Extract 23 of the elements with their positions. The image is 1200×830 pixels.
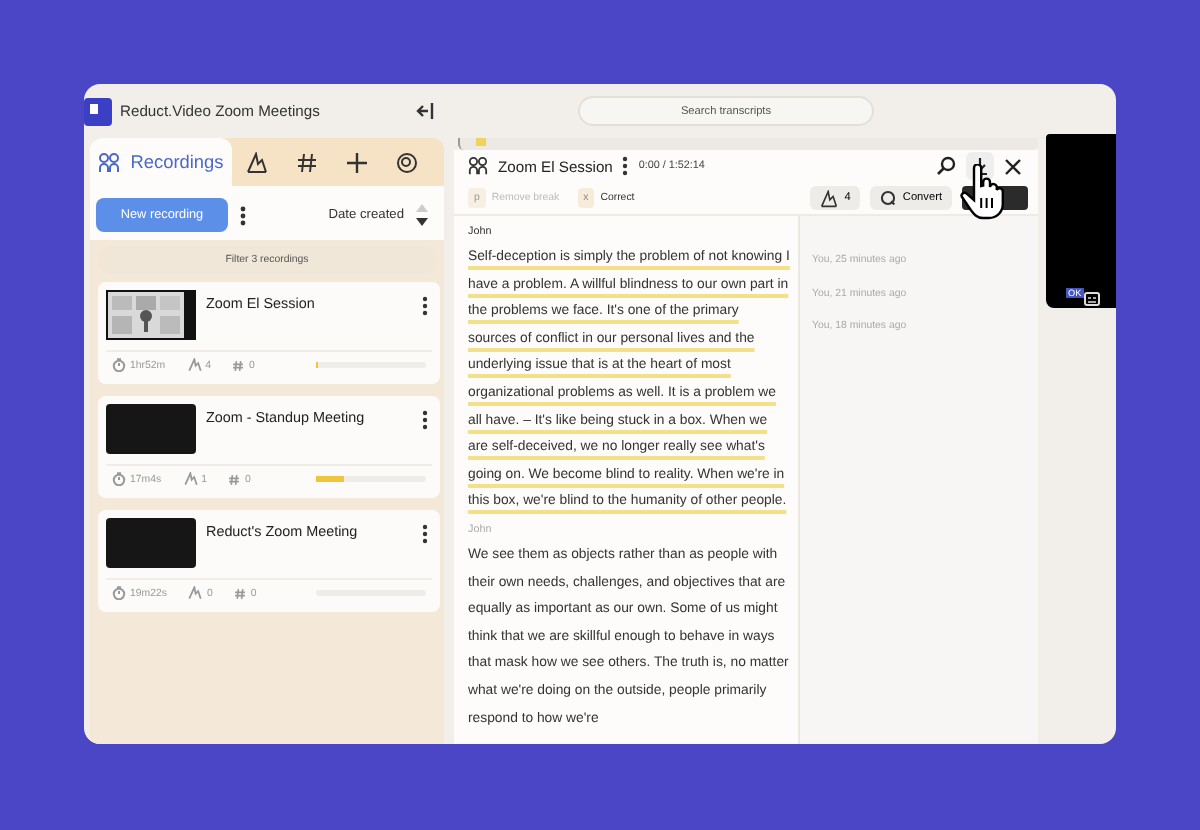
hash-icon xyxy=(232,359,245,371)
recordings-tab[interactable]: Recordings xyxy=(90,138,232,186)
more-icon[interactable] xyxy=(622,156,629,176)
captions-icon[interactable] xyxy=(1084,292,1100,306)
sort-icon[interactable] xyxy=(416,204,428,226)
collapse-sidebar-icon[interactable] xyxy=(416,102,436,120)
video-thumbnail xyxy=(106,518,196,568)
hash-icon xyxy=(234,587,247,599)
people-icon xyxy=(468,156,488,176)
more-icon[interactable] xyxy=(422,524,428,544)
stopwatch-icon xyxy=(112,358,126,372)
hash-icon xyxy=(228,473,241,485)
stopwatch-icon xyxy=(112,472,126,486)
more-icon[interactable] xyxy=(240,205,246,225)
more-icon[interactable] xyxy=(422,296,428,316)
more-icon[interactable] xyxy=(422,410,428,430)
people-icon xyxy=(98,151,121,173)
hash-icon xyxy=(296,151,318,173)
close-icon[interactable] xyxy=(1004,157,1022,175)
plus-icon xyxy=(346,151,368,173)
logo-icon xyxy=(84,97,112,125)
stopwatch-icon xyxy=(112,586,126,600)
video-thumbnail xyxy=(106,404,196,454)
